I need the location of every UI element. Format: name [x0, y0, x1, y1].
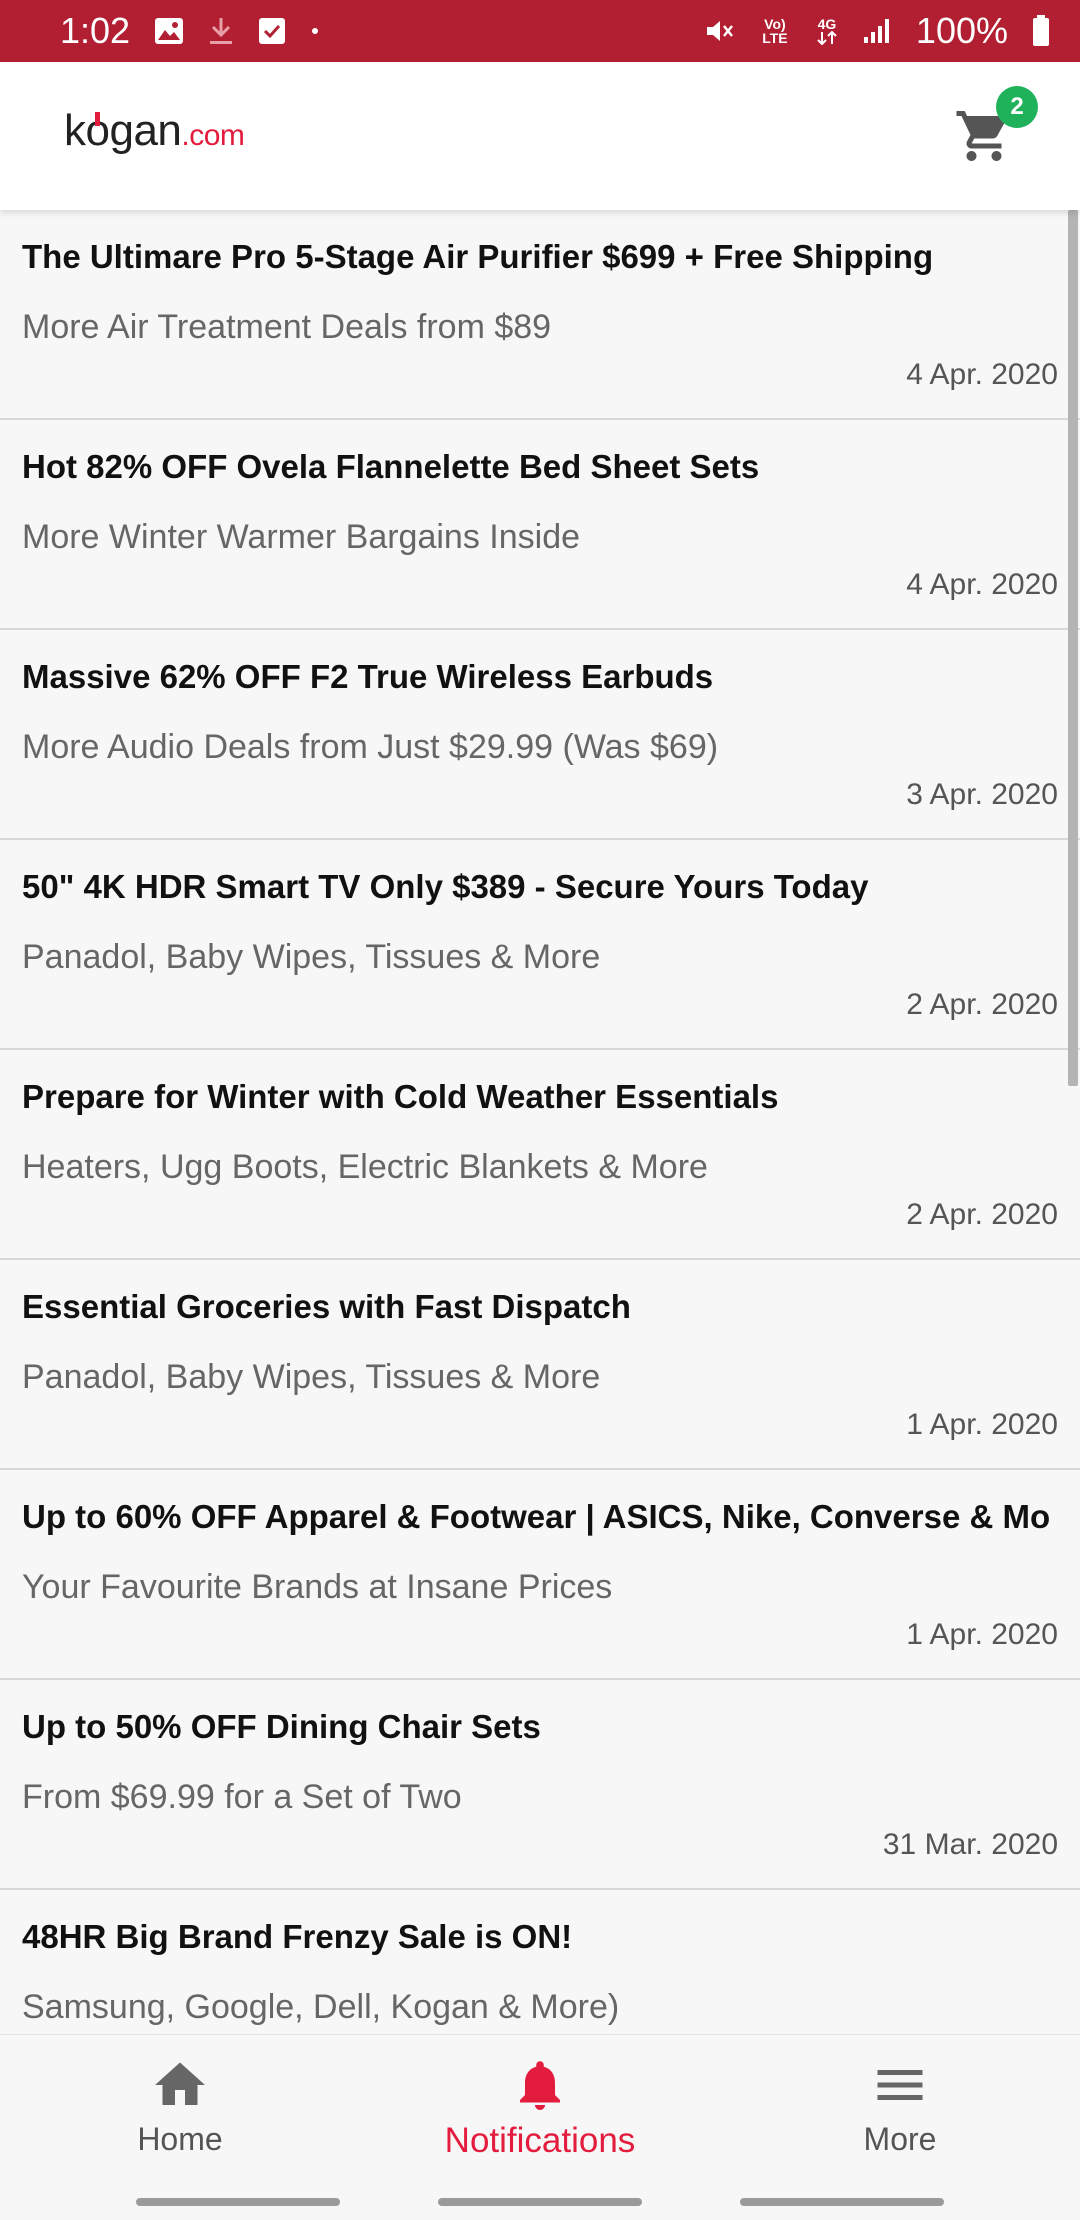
- bell-icon: [520, 2061, 560, 2110]
- status-time: 1:02: [60, 10, 131, 51]
- notification-title: 50" 4K HDR Smart TV Only $389 - Secure Y…: [22, 868, 869, 905]
- notification-subtitle: Heaters, Ugg Boots, Electric Blankets & …: [22, 1148, 708, 1186]
- notification-title: Up to 60% OFF Apparel & Footwear | ASICS…: [22, 1498, 1050, 1535]
- notification-subtitle: From $69.99 for a Set of Two: [22, 1778, 462, 1816]
- nav-label-more: More: [863, 2121, 937, 2157]
- nav-home[interactable]: Home: [0, 2035, 360, 2185]
- logo-dotcom: .com: [181, 119, 245, 152]
- list-item[interactable]: Massive 62% OFF F2 True Wireless Earbuds…: [0, 630, 1080, 840]
- list-item[interactable]: Hot 82% OFF Ovela Flannelette Bed Sheet …: [0, 420, 1080, 630]
- notification-subtitle: More Winter Warmer Bargains Inside: [22, 518, 581, 556]
- list-item[interactable]: Up to 60% OFF Apparel & Footwear | ASICS…: [0, 1470, 1080, 1680]
- notification-subtitle: Panadol, Baby Wipes, Tissues & More: [22, 938, 601, 976]
- signal-icon: [862, 17, 892, 45]
- image-icon: [154, 17, 184, 45]
- menu-icon: [877, 2070, 923, 2100]
- check-icon: [258, 17, 286, 45]
- cart-count-badge: 2: [996, 86, 1038, 128]
- notification-date: 3 Apr. 2020: [906, 778, 1058, 811]
- gesture-handle-center[interactable]: [438, 2198, 642, 2206]
- nav-notifications[interactable]: Notifications: [360, 2035, 720, 2185]
- nav-more[interactable]: More: [720, 2035, 1080, 2185]
- volte-icon: Vo) LTE: [762, 16, 788, 46]
- gesture-bar: [0, 2184, 1080, 2220]
- network-label: 4G: [817, 16, 837, 32]
- gesture-handle-right[interactable]: [740, 2198, 944, 2206]
- notification-date: 1 Apr. 2020: [906, 1408, 1058, 1441]
- notification-subtitle: Your Favourite Brands at Insane Prices: [22, 1568, 613, 1606]
- network-4g-icon: 4G: [816, 17, 838, 45]
- dot-icon: [310, 26, 320, 36]
- notification-date: 4 Apr. 2020: [906, 568, 1058, 601]
- notification-title: The Ultimare Pro 5-Stage Air Purifier $6…: [22, 238, 934, 275]
- notification-date: 2 Apr. 2020: [906, 1198, 1058, 1231]
- notification-date: 1 Apr. 2020: [906, 1618, 1058, 1651]
- nav-label-notifications: Notifications: [444, 2121, 636, 2160]
- list-scrollbar[interactable]: [1068, 210, 1078, 1086]
- notification-date: 31 Mar. 2020: [882, 1828, 1058, 1861]
- gesture-handle-left[interactable]: [136, 2198, 340, 2206]
- notification-list[interactable]: The Ultimare Pro 5-Stage Air Purifier $6…: [0, 210, 1080, 2034]
- notification-title: Hot 82% OFF Ovela Flannelette Bed Sheet …: [22, 448, 760, 485]
- kogan-logo[interactable]: kogan.com: [64, 106, 245, 156]
- notification-title: 48HR Big Brand Frenzy Sale is ON!: [22, 1918, 573, 1955]
- list-item[interactable]: 48HR Big Brand Frenzy Sale is ON! Samsun…: [0, 1890, 1080, 2034]
- notification-title: Essential Groceries with Fast Dispatch: [22, 1288, 631, 1325]
- list-item[interactable]: Essential Groceries with Fast Dispatch P…: [0, 1260, 1080, 1470]
- notification-subtitle: Panadol, Baby Wipes, Tissues & More: [22, 1358, 601, 1396]
- notification-subtitle: Samsung, Google, Dell, Kogan & More): [22, 1988, 620, 2026]
- notification-title: Up to 50% OFF Dining Chair Sets: [22, 1708, 541, 1745]
- mute-icon: [704, 16, 734, 46]
- download-icon: [208, 16, 234, 46]
- battery-icon: [1032, 15, 1050, 47]
- logo-power-o: o: [85, 106, 110, 155]
- notification-title: Prepare for Winter with Cold Weather Ess…: [22, 1078, 779, 1115]
- notification-date: 4 Apr. 2020: [906, 358, 1058, 391]
- home-icon: [155, 2062, 205, 2105]
- list-item[interactable]: Up to 50% OFF Dining Chair Sets From $69…: [0, 1680, 1080, 1890]
- battery-percent: 100%: [915, 10, 1008, 51]
- list-item[interactable]: 50" 4K HDR Smart TV Only $389 - Secure Y…: [0, 840, 1080, 1050]
- notification-subtitle: More Air Treatment Deals from $89: [22, 308, 552, 346]
- nav-label-home: Home: [137, 2121, 223, 2157]
- status-bar: 1:02 Vo) LTE 4G 100%: [0, 0, 1080, 62]
- notification-title: Massive 62% OFF F2 True Wireless Earbuds: [22, 658, 714, 695]
- logo-gan: gan: [109, 106, 182, 155]
- bottom-navigation: Home Notifications More: [0, 2034, 1080, 2185]
- list-item[interactable]: The Ultimare Pro 5-Stage Air Purifier $6…: [0, 210, 1080, 420]
- app-header: kogan.com 2: [0, 62, 1080, 210]
- list-item[interactable]: Prepare for Winter with Cold Weather Ess…: [0, 1050, 1080, 1260]
- notification-date: 2 Apr. 2020: [906, 988, 1058, 1021]
- logo-k: k: [64, 106, 86, 155]
- notification-subtitle: More Audio Deals from Just $29.99 (Was $…: [22, 728, 719, 766]
